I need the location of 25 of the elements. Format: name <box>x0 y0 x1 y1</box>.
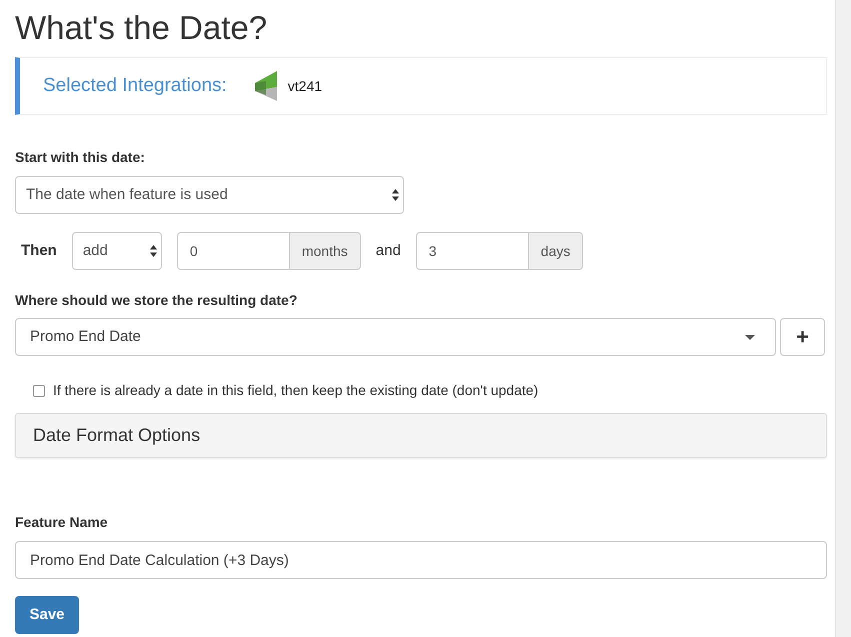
keep-date-checkbox[interactable] <box>33 384 45 396</box>
months-field[interactable]: 0 <box>176 232 290 270</box>
keep-date-label: If there is already a date in this field, then keep the existing date (don't update) <box>53 381 538 400</box>
caret-icon <box>745 334 755 340</box>
and-label: and <box>376 240 401 261</box>
store-label: Where should we store the resulting date? <box>15 291 298 310</box>
days-field[interactable]: 3 <box>416 232 529 270</box>
sort-arrows-icon <box>392 189 399 201</box>
sort-arrows-icon <box>150 245 157 257</box>
operation-select[interactable]: add <box>72 232 162 270</box>
unit-label: months <box>290 232 361 270</box>
feature-name-field[interactable]: Promo End Date Calculation (+3 Days) <box>15 541 827 579</box>
then-label: Then <box>21 240 57 261</box>
unit-label: days <box>528 232 584 270</box>
integration-name: vt241 <box>288 76 322 96</box>
feature-name-label: Feature Name <box>15 513 109 532</box>
date-format-panel[interactable]: Date Format Options <box>15 413 827 458</box>
integrations-label: Selected Integrations: <box>43 74 227 98</box>
start-date-select[interactable]: The date when feature is used <box>15 176 404 214</box>
page-title: What's the Date? <box>15 8 268 48</box>
store-field-select[interactable]: Promo End Date <box>15 318 776 356</box>
save-button[interactable]: Save <box>15 596 79 634</box>
integration-logo-icon <box>254 71 277 101</box>
start-date-label: Start with this date: <box>15 148 146 167</box>
add-button[interactable]: + <box>780 318 825 356</box>
